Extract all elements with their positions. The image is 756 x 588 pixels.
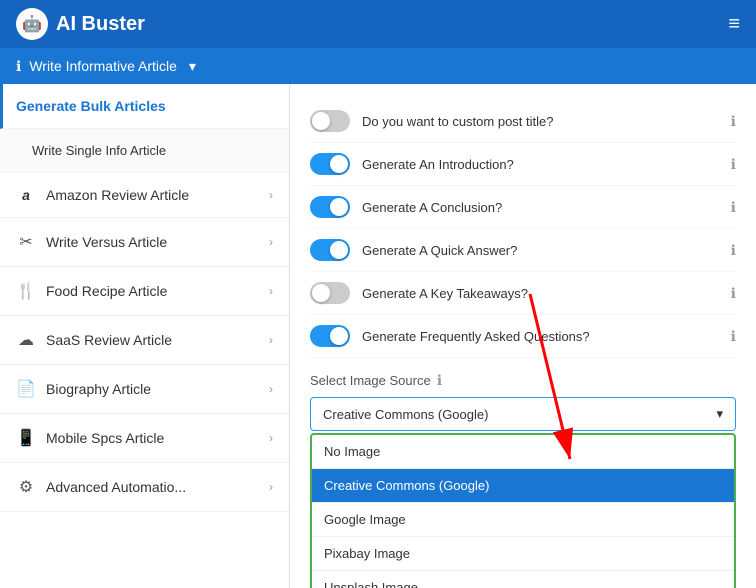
cloud-icon: ☁: [16, 330, 36, 350]
toggle-generate-faq: Generate Frequently Asked Questions? ℹ: [310, 315, 736, 358]
chevron-down-icon: ▾: [716, 406, 723, 422]
chevron-right-icon: ›: [269, 188, 273, 202]
sub-header-label: Write Informative Article: [29, 58, 177, 74]
sidebar-item-write-versus[interactable]: ✂ Write Versus Article ›: [0, 218, 289, 267]
chevron-right-icon: ›: [269, 382, 273, 396]
main-layout: Generate Bulk Articles Write Single Info…: [0, 84, 756, 588]
toggle-switch-generate-intro[interactable]: [310, 153, 350, 175]
toggle-generate-quick-answer: Generate A Quick Answer? ℹ: [310, 229, 736, 272]
toggle-label: Do you want to custom post title?: [362, 114, 719, 129]
image-source-select[interactable]: Creative Commons (Google) ▾: [310, 397, 736, 431]
chevron-right-icon: ›: [269, 333, 273, 347]
dropdown-item-pixabay-image[interactable]: Pixabay Image: [312, 536, 734, 570]
toggle-label: Generate Frequently Asked Questions?: [362, 329, 719, 344]
chevron-right-icon: ›: [269, 235, 273, 249]
biography-icon: 📄: [16, 379, 36, 399]
dropdown-item-no-image[interactable]: No Image: [312, 435, 734, 468]
toggle-generate-intro: Generate An Introduction? ℹ: [310, 143, 736, 186]
amazon-icon: a: [16, 187, 36, 203]
toggle-generate-conclusion: Generate A Conclusion? ℹ: [310, 186, 736, 229]
sidebar-item-label: Generate Bulk Articles: [16, 98, 273, 114]
chevron-right-icon: ›: [269, 284, 273, 298]
sidebar-item-mobile-specs[interactable]: 📱 Mobile Spcs Article ›: [0, 414, 289, 463]
logo-icon: 🤖: [16, 8, 48, 40]
info-icon[interactable]: ℹ: [731, 113, 736, 130]
info-icon[interactable]: ℹ: [731, 156, 736, 173]
info-icon[interactable]: ℹ: [731, 242, 736, 259]
select-display[interactable]: Creative Commons (Google) ▾: [311, 398, 735, 430]
info-icon: ℹ: [16, 58, 21, 75]
content-panel: Do you want to custom post title? ℹ Gene…: [290, 84, 756, 588]
app-title: AI Buster: [56, 13, 145, 36]
sidebar-item-label: Biography Article: [46, 381, 259, 397]
sidebar-item-write-single[interactable]: Write Single Info Article: [0, 129, 289, 173]
header: 🤖 AI Buster ≡: [0, 0, 756, 48]
chevron-right-icon: ›: [269, 431, 273, 445]
sidebar-item-label: Mobile Spcs Article: [46, 430, 259, 446]
toggle-switch-generate-quick-answer[interactable]: [310, 239, 350, 261]
sidebar-item-amazon-review[interactable]: a Amazon Review Article ›: [0, 173, 289, 218]
sidebar-item-label: Write Versus Article: [46, 234, 259, 250]
toggle-switch-custom-post-title[interactable]: [310, 110, 350, 132]
versus-icon: ✂: [16, 232, 36, 252]
sidebar-item-label: SaaS Review Article: [46, 332, 259, 348]
sidebar: Generate Bulk Articles Write Single Info…: [0, 84, 290, 588]
sidebar-item-label: Amazon Review Article: [46, 187, 259, 203]
food-icon: 🍴: [16, 281, 36, 301]
hamburger-menu[interactable]: ≡: [728, 13, 740, 36]
info-icon[interactable]: ℹ: [731, 328, 736, 345]
sidebar-item-label: Advanced Automatio...: [46, 479, 259, 495]
sidebar-item-label: Write Single Info Article: [32, 143, 273, 158]
toggle-label: Generate A Conclusion?: [362, 200, 719, 215]
info-icon[interactable]: ℹ: [437, 372, 442, 389]
selected-value: Creative Commons (Google): [323, 407, 488, 422]
dropdown-item-unsplash-image[interactable]: Unsplash Image: [312, 570, 734, 588]
mobile-icon: 📱: [16, 428, 36, 448]
image-source-label: Select Image Source ℹ: [310, 372, 736, 389]
sub-header: ℹ Write Informative Article ▾: [0, 48, 756, 84]
toggle-switch-generate-conclusion[interactable]: [310, 196, 350, 218]
sidebar-item-generate-bulk[interactable]: Generate Bulk Articles: [0, 84, 289, 129]
toggle-generate-key-takeaways: Generate A Key Takeaways? ℹ: [310, 272, 736, 315]
dropdown-item-creative-commons[interactable]: Creative Commons (Google): [312, 468, 734, 502]
image-source-dropdown: No Image Creative Commons (Google) Googl…: [310, 433, 736, 588]
info-icon[interactable]: ℹ: [731, 199, 736, 216]
settings-icon: ⚙: [16, 477, 36, 497]
toggle-label: Generate A Key Takeaways?: [362, 286, 719, 301]
sidebar-item-label: Food Recipe Article: [46, 283, 259, 299]
toggle-custom-post-title: Do you want to custom post title? ℹ: [310, 100, 736, 143]
sidebar-item-advanced[interactable]: ⚙ Advanced Automatio... ›: [0, 463, 289, 512]
sub-header-dropdown-arrow[interactable]: ▾: [189, 58, 196, 75]
dropdown-item-google-image[interactable]: Google Image: [312, 502, 734, 536]
toggle-label: Generate A Quick Answer?: [362, 243, 719, 258]
chevron-right-icon: ›: [269, 480, 273, 494]
toggle-switch-generate-faq[interactable]: [310, 325, 350, 347]
toggle-switch-generate-key-takeaways[interactable]: [310, 282, 350, 304]
sidebar-item-saas-review[interactable]: ☁ SaaS Review Article ›: [0, 316, 289, 365]
sidebar-item-food-recipe[interactable]: 🍴 Food Recipe Article ›: [0, 267, 289, 316]
info-icon[interactable]: ℹ: [731, 285, 736, 302]
sidebar-item-biography[interactable]: 📄 Biography Article ›: [0, 365, 289, 414]
toggle-label: Generate An Introduction?: [362, 157, 719, 172]
logo: 🤖 AI Buster: [16, 8, 145, 40]
